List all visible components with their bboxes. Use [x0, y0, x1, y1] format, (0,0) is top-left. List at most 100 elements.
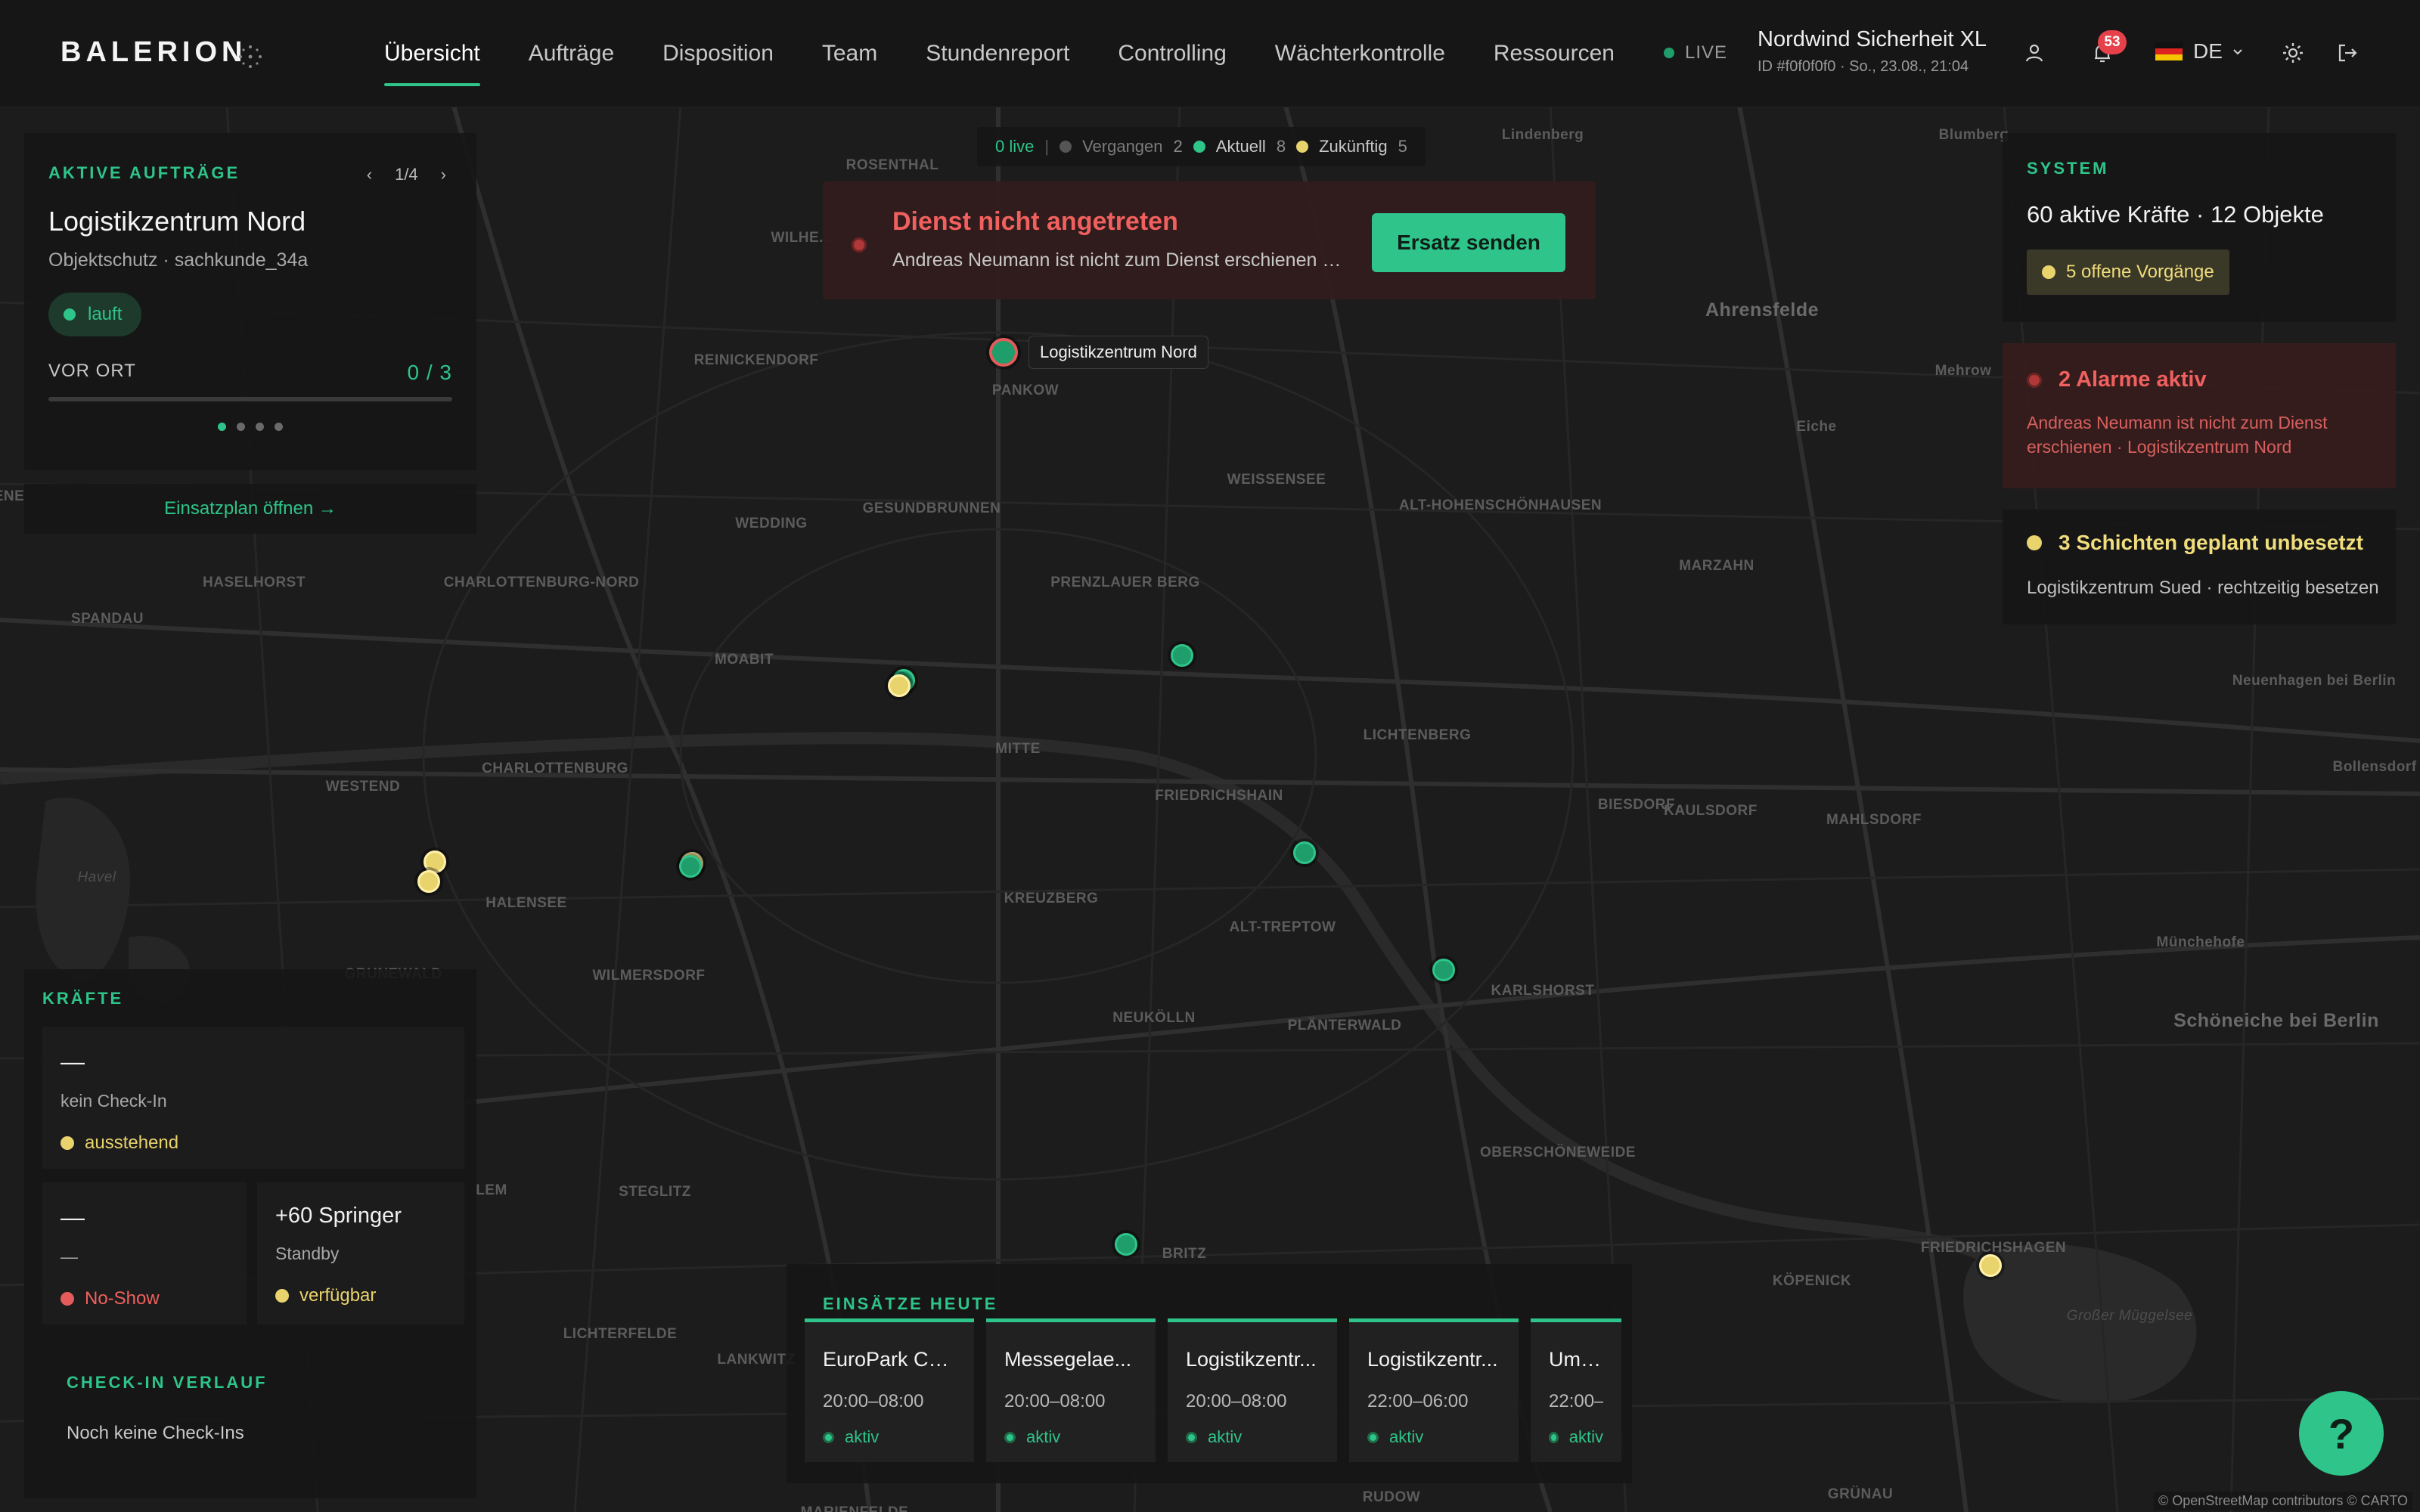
- assignment-status: aktiv: [1186, 1427, 1319, 1447]
- map-district-label: Bollensdorf: [2332, 759, 2417, 775]
- map-attribution[interactable]: © OpenStreetMap contributors © CARTO: [2154, 1492, 2412, 1510]
- open-items-badge[interactable]: 5 offene Vorgänge: [2027, 249, 2229, 295]
- warning-dot-icon: [2042, 265, 2055, 279]
- forces-status-text: No-Show: [85, 1288, 160, 1309]
- alarms-title: 2 Alarme aktiv: [2059, 367, 2207, 392]
- forces-status-text: verfügbar: [299, 1285, 377, 1306]
- germany-flag-icon: [2155, 42, 2183, 60]
- send-replacement-button[interactable]: Ersatz senden: [1372, 213, 1565, 272]
- language-select[interactable]: DE: [2155, 39, 2245, 64]
- map-district-label: LICHTERFELDE: [563, 1326, 678, 1342]
- assignment-card[interactable]: Logistikzentr... 22:00–06:00 aktiv: [1349, 1318, 1519, 1462]
- assignment-status: aktiv: [1004, 1427, 1137, 1447]
- nav-item-team[interactable]: Team: [822, 0, 877, 107]
- assignment-card[interactable]: Umspa 22:00–0 aktiv: [1531, 1318, 1621, 1462]
- assignment-cards[interactable]: EuroPark Ce... 20:00–08:00 aktiv Messege…: [805, 1318, 1621, 1462]
- map-district-label: MARIENFELDE: [801, 1504, 909, 1512]
- vor-ort-progress-bar: [48, 397, 452, 401]
- todays-assignments-panel: EINSÄTZE HEUTE EuroPark Ce... 20:00–08:0…: [786, 1264, 1632, 1483]
- company-info[interactable]: Nordwind Sicherheit XL ID #f0f0f0f0 · So…: [1758, 27, 1987, 76]
- map-district-label: Lindenberg: [1501, 127, 1584, 143]
- forces-title: KRÄFTE: [42, 989, 124, 1008]
- map-marker-future[interactable]: [417, 870, 440, 893]
- assignment-status: aktiv: [1367, 1427, 1500, 1447]
- forces-card-line: Standby: [275, 1244, 340, 1263]
- legend-current-dot-icon: [1193, 141, 1205, 153]
- logo-sparkle-icon: [239, 45, 262, 68]
- map-marker-alarm[interactable]: [989, 338, 1018, 367]
- map-marker-current[interactable]: [1293, 841, 1316, 864]
- gear-icon[interactable]: [2279, 39, 2307, 67]
- status-dot-icon: [60, 1136, 74, 1150]
- logout-icon[interactable]: [2334, 39, 2361, 67]
- legend-future-count: 5: [1398, 137, 1407, 156]
- user-icon[interactable]: [2021, 39, 2048, 67]
- map-district-label: WESTEND: [325, 779, 401, 795]
- pager-prev-button[interactable]: ‹: [367, 165, 372, 184]
- map-district-label: CHARLOTTENBURG: [482, 761, 628, 776]
- forces-card-springer[interactable]: +60 Springer Standby verfügbar: [257, 1182, 464, 1325]
- status-dot-icon: [275, 1289, 289, 1303]
- shifts-header: 3 Schichten geplant unbesetzt: [2027, 531, 2372, 555]
- legend-past-label[interactable]: Vergangen: [1082, 137, 1162, 156]
- vor-ort-row: VOR ORT 0 / 3: [48, 361, 452, 385]
- forces-card-value: —: [60, 1204, 85, 1231]
- map-district-label: KREUZBERG: [1004, 891, 1099, 906]
- legend-separator: |: [1044, 137, 1050, 156]
- map-marker-current[interactable]: [1115, 1233, 1137, 1256]
- nav-item-waechterkontrolle[interactable]: Wächterkontrolle: [1275, 0, 1445, 107]
- status-dot-icon: [1186, 1431, 1197, 1443]
- status-dot-icon: [1367, 1431, 1379, 1443]
- nav-item-uebersicht[interactable]: Übersicht: [384, 0, 480, 107]
- carousel-dot[interactable]: [237, 423, 245, 431]
- map-marker-current[interactable]: [679, 855, 702, 878]
- open-einsatzplan-link[interactable]: Einsatzplan öffnen →: [24, 484, 476, 534]
- map-marker-future[interactable]: [888, 674, 911, 697]
- nav-item-controlling[interactable]: Controlling: [1118, 0, 1226, 107]
- company-meta: ID #f0f0f0f0 · So., 23.08., 21:04: [1758, 58, 1969, 75]
- map-district-label: KAULSDORF: [1664, 803, 1758, 819]
- map-marker-current[interactable]: [1171, 644, 1193, 667]
- map-marker-future[interactable]: [1979, 1254, 2002, 1277]
- alarms-panel[interactable]: 2 Alarme aktiv Andreas Neumann ist nicht…: [2003, 343, 2396, 488]
- forces-card-line: kein Check-In: [60, 1091, 167, 1111]
- map-district-label: HALENSEE: [486, 895, 567, 911]
- carousel-dot[interactable]: [256, 423, 264, 431]
- assignment-card[interactable]: Logistikzentr... 20:00–08:00 aktiv: [1168, 1318, 1337, 1462]
- assignment-time: 22:00–0: [1549, 1391, 1603, 1411]
- assignment-name: Umspa: [1549, 1348, 1603, 1371]
- legend-current-label[interactable]: Aktuell: [1216, 137, 1266, 156]
- assignment-name: Logistikzentr...: [1186, 1348, 1317, 1371]
- help-button[interactable]: ?: [2299, 1391, 2384, 1476]
- order-name[interactable]: Logistikzentrum Nord: [48, 206, 452, 237]
- system-title: SYSTEM: [2027, 159, 2109, 178]
- assignment-card[interactable]: Messegelae... 20:00–08:00 aktiv: [986, 1318, 1156, 1462]
- map-marker-current[interactable]: [1432, 959, 1455, 981]
- assignment-status-text: aktiv: [1568, 1427, 1603, 1446]
- assignment-name: Messegelae...: [1004, 1348, 1132, 1371]
- assignment-status-text: aktiv: [845, 1427, 880, 1446]
- carousel-dot[interactable]: [218, 423, 226, 431]
- carousel-dot[interactable]: [275, 423, 283, 431]
- map-district-label: Mehrow: [1934, 363, 1992, 379]
- map-district-label: RUDOW: [1362, 1489, 1421, 1505]
- nav-item-disposition[interactable]: Disposition: [662, 0, 774, 107]
- nav-item-auftraege[interactable]: Aufträge: [529, 0, 614, 107]
- legend-future-label[interactable]: Zukünftig: [1319, 137, 1388, 156]
- forces-card-status: ausstehend: [60, 1132, 446, 1154]
- unfilled-shifts-panel[interactable]: 3 Schichten geplant unbesetzt Logistikze…: [2003, 510, 2396, 624]
- map-district-label: SPANDAU: [70, 611, 144, 627]
- map-district-label: FRIEDRICHSHAIN: [1155, 788, 1283, 804]
- nav-item-ressourcen[interactable]: Ressourcen: [1494, 0, 1615, 107]
- map-district-label: PRENZLAUER BERG: [1050, 575, 1200, 590]
- assignment-name: Logistikzentr...: [1367, 1348, 1498, 1371]
- forces-card-checkin[interactable]: — kein Check-In ausstehend: [42, 1027, 464, 1169]
- nav-item-stundenreport[interactable]: Stundenreport: [926, 0, 1069, 107]
- forces-card-noshow[interactable]: — — No-Show: [42, 1182, 247, 1325]
- assignment-card[interactable]: EuroPark Ce... 20:00–08:00 aktiv: [805, 1318, 974, 1462]
- map-district-label: ENE: [0, 488, 25, 504]
- pager-next-button[interactable]: ›: [441, 165, 446, 184]
- app-logo[interactable]: BALERION: [60, 36, 247, 69]
- assignment-status-text: aktiv: [1208, 1427, 1243, 1446]
- map-selected-label: Logistikzentrum Nord: [1028, 336, 1208, 369]
